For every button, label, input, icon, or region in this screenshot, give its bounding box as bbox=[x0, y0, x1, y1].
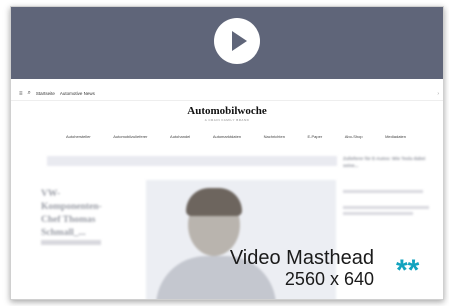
chevron-icon: › bbox=[437, 90, 439, 97]
nav-item-abo-shop[interactable]: Abo-Shop bbox=[345, 134, 363, 139]
nav-item-automarktdaten[interactable]: Automarktdaten bbox=[213, 134, 241, 139]
nav-link-home[interactable]: Startseite bbox=[36, 91, 55, 96]
play-icon bbox=[232, 31, 247, 51]
format-size: 2560 x 640 bbox=[284, 269, 374, 289]
format-caption: Video Masthead 2560 x 640 bbox=[161, 247, 374, 289]
side-text-line bbox=[343, 190, 423, 193]
article-title[interactable]: VW- Komponenten- Chef Thomas Schmall_... bbox=[41, 188, 141, 240]
article-meta bbox=[41, 240, 101, 245]
nav-item-autohersteller[interactable]: Autohersteller bbox=[66, 134, 91, 139]
ad-preview-frame: ≡ ⌕ Startseite Automotive News › Automob… bbox=[10, 6, 444, 300]
side-headline[interactable]: Zulieferer für E-Autos: Wie Tesla dabei … bbox=[343, 156, 433, 169]
photo-hair bbox=[186, 188, 242, 216]
side-text-line bbox=[343, 206, 429, 209]
nav-link-automotive-news[interactable]: Automotive News bbox=[60, 91, 95, 96]
video-masthead[interactable] bbox=[11, 7, 443, 79]
play-button[interactable] bbox=[214, 18, 260, 64]
nav-item-nachrichten[interactable]: Nachrichten bbox=[264, 134, 285, 139]
nav-item-e-paper[interactable]: E-Paper bbox=[308, 134, 323, 139]
nav-item-automobilzulieferer[interactable]: Automobilzulieferer bbox=[113, 134, 147, 139]
site-top-nav: ≡ ⌕ Startseite Automotive News › bbox=[11, 87, 443, 101]
search-icon[interactable]: ⌕ bbox=[28, 90, 31, 97]
side-text-line bbox=[343, 212, 413, 215]
nav-item-autohandel[interactable]: Autohandel bbox=[170, 134, 190, 139]
article-title-line: Schmall_... bbox=[41, 228, 86, 238]
article-title-line: Chef Thomas bbox=[41, 215, 96, 225]
nav-item-mediadaten[interactable]: Mediadaten bbox=[385, 134, 406, 139]
site-tagline: A CRAIN FAMILY BRAND bbox=[204, 118, 250, 122]
article-title-line: Komponenten- bbox=[41, 202, 102, 212]
site-logo[interactable]: Automobilwoche bbox=[11, 105, 443, 117]
content-band bbox=[47, 156, 337, 166]
hamburger-menu-icon[interactable]: ≡ bbox=[19, 91, 23, 97]
article-title-line: VW- bbox=[41, 189, 61, 199]
category-nav: Autohersteller Automobilzulieferer Autoh… bbox=[66, 131, 406, 141]
format-title: Video Masthead bbox=[229, 247, 374, 269]
footnote-marker: ** bbox=[396, 254, 420, 287]
